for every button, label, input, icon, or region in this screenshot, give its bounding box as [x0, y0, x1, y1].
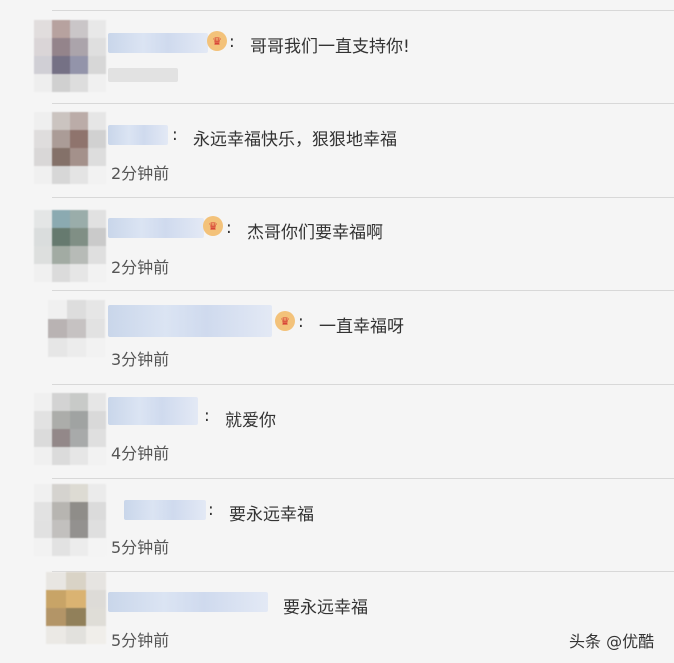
divider: [52, 197, 674, 198]
comment-text: 要永远幸福: [283, 598, 368, 618]
avatar[interactable]: [34, 210, 106, 282]
colon: :: [226, 218, 232, 238]
username[interactable]: [108, 397, 198, 425]
comment-text: 永远幸福快乐，狠狠地幸福: [193, 130, 397, 150]
timestamp: 3分钟前: [111, 350, 170, 369]
comment-text: 就爱你: [225, 411, 276, 431]
crown-badge-icon: ♛: [207, 31, 227, 51]
username[interactable]: [108, 305, 272, 337]
comment-text: 杰哥你们要幸福啊: [247, 223, 383, 243]
comment-text: 一直幸福呀: [319, 317, 404, 337]
avatar[interactable]: [34, 484, 106, 556]
avatar[interactable]: [34, 393, 106, 465]
avatar[interactable]: [48, 300, 106, 358]
avatar[interactable]: [46, 572, 106, 644]
divider: [52, 103, 674, 104]
colon: :: [204, 406, 210, 426]
colon: :: [229, 32, 235, 52]
comment-feed: ♛ : 哥哥我们一直支持你! : 永远幸福快乐，狠狠地幸福 2分钟前 ♛ : 杰…: [0, 0, 674, 663]
timestamp: 5分钟前: [111, 631, 170, 650]
colon: :: [298, 312, 304, 332]
comment-text: 要永远幸福: [229, 505, 314, 525]
timestamp: 2分钟前: [111, 258, 170, 277]
crown-badge-icon: ♛: [203, 216, 223, 236]
divider: [52, 571, 674, 572]
divider: [52, 384, 674, 385]
colon: :: [172, 125, 178, 145]
colon: :: [208, 500, 214, 520]
username[interactable]: [108, 33, 208, 53]
divider: [52, 10, 674, 11]
timestamp: 5分钟前: [111, 538, 170, 557]
divider: [52, 478, 674, 479]
watermark: 头条 @优酷: [569, 632, 655, 651]
timestamp: 4分钟前: [111, 444, 170, 463]
comment-text: 哥哥我们一直支持你!: [250, 37, 410, 57]
avatar[interactable]: [34, 112, 106, 184]
avatar[interactable]: [34, 20, 106, 92]
username[interactable]: [108, 592, 268, 612]
timestamp-blurred: [108, 68, 178, 82]
crown-badge-icon: ♛: [275, 311, 295, 331]
username[interactable]: [108, 218, 204, 238]
username[interactable]: [108, 125, 168, 145]
timestamp: 2分钟前: [111, 164, 170, 183]
divider: [52, 290, 674, 291]
username[interactable]: [124, 500, 206, 520]
